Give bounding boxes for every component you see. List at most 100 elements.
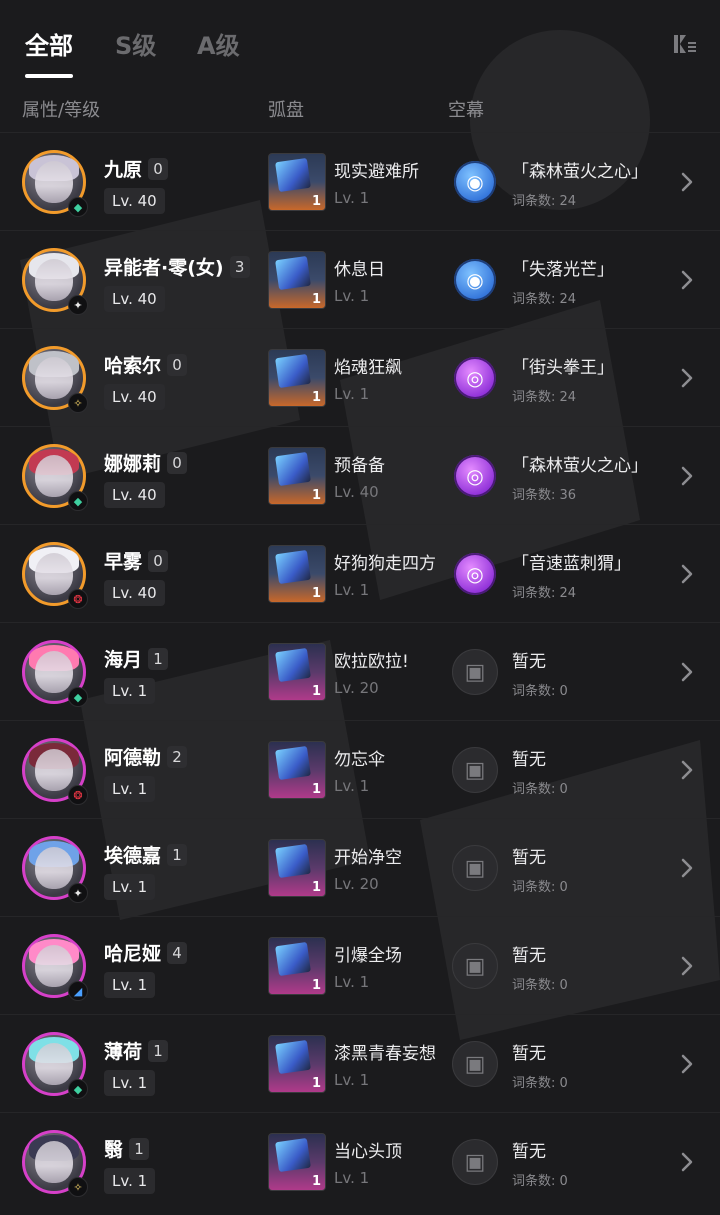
screen-entry-count: 词条数: 0 [512,880,568,895]
agent-name: 早雾 0 [104,547,169,574]
disc-level: Lv. 40 [334,483,379,501]
disc-count: 1 [311,1076,321,1091]
agent-row[interactable]: ◢ 哈尼娅 4 Lv. 1 1 引爆全场 Lv. 1 ▣ 暂无 词条数: 0 [0,916,720,1014]
agent-row[interactable]: ✦ 埃德嘉 1 Lv. 1 1 开始净空 Lv. 20 ▣ 暂无 词条数: 0 [0,818,720,916]
screen-icon[interactable]: ◎ [454,553,496,595]
wind-element-icon: ◆ [68,687,88,707]
disc-count: 1 [311,782,321,797]
agent-row[interactable]: ◆ 海月 1 Lv. 1 1 欧拉欧拉! Lv. 20 ▣ 暂无 词条数: 0 [0,622,720,720]
agent-row[interactable]: ✧ 翳1 Lv. 1 1 当心头顶 Lv. 1 ▣ 暂无 词条数: 0 [0,1112,720,1210]
empty-screen-icon[interactable]: ▣ [452,1139,498,1185]
disc-thumbnail[interactable]: 1 [268,937,326,995]
agent-row[interactable]: ◆ 娜娜莉 0 Lv. 40 1 预备备 Lv. 40 ◎ 「森林萤火之心」 词条… [0,426,720,524]
wind-element-icon: ◆ [68,491,88,511]
agent-name-text: 海月 [104,649,143,671]
agent-rank-badge: 1 [148,648,169,670]
disc-thumbnail[interactable]: 1 [268,349,326,407]
tab-all[interactable]: 全部 [25,26,73,61]
agent-row[interactable]: ❂ 阿德勒 2 Lv. 1 1 勿忘伞 Lv. 1 ▣ 暂无 词条数: 0 [0,720,720,818]
agent-level: Lv. 1 [104,972,156,998]
light-element-icon: ✦ [68,883,88,903]
disc-thumbnail[interactable]: 1 [268,1035,326,1093]
water-element-icon: ◢ [68,981,88,1001]
wind-element-icon: ◆ [68,1079,88,1099]
chevron-right-icon[interactable] [680,661,694,683]
agent-level: Lv. 40 [104,580,165,606]
agent-avatar: ◆ [22,150,88,217]
screen-icon[interactable]: ◉ [454,259,496,301]
chevron-right-icon[interactable] [680,465,694,487]
disc-name: 漆黑青春妄想 [334,1044,436,1064]
fire-element-icon: ❂ [68,785,88,805]
disc-thumbnail[interactable]: 1 [268,839,326,897]
screen-entry-count: 词条数: 24 [512,194,577,209]
screen-entry-count: 词条数: 24 [512,292,577,307]
chevron-right-icon[interactable] [680,269,694,291]
disc-count: 1 [311,194,321,209]
agent-rank-badge: 1 [148,1040,169,1062]
chevron-right-icon[interactable] [680,1053,694,1075]
disc-level: Lv. 1 [334,581,370,599]
agent-row[interactable]: ◆ 九原 0 Lv. 40 1 现实避难所 Lv. 1 ◉ 「森林萤火之心」 词条… [0,132,720,230]
disc-level: Lv. 1 [334,973,370,991]
disc-thumbnail[interactable]: 1 [268,545,326,603]
agent-rank-badge: 0 [167,354,188,376]
agent-row[interactable]: ✦ 异能者·零(女) 3 Lv. 40 1 休息日 Lv. 1 ◉ 「失落光芒」 … [0,230,720,328]
agent-avatar: ✦ [22,836,88,903]
filter-icon[interactable] [672,32,698,56]
empty-screen-icon[interactable]: ▣ [452,1041,498,1087]
disc-thumbnail[interactable]: 1 [268,153,326,211]
agent-row[interactable]: ❂ 早雾 0 Lv. 40 1 好狗狗走四方 Lv. 1 ◎ 「音速蓝刺猬」 词条… [0,524,720,622]
screen-name: 暂无 [512,750,546,770]
agent-avatar: ✧ [22,346,88,413]
agent-row[interactable]: ✧ 哈索尔 0 Lv. 40 1 焰魂狂飙 Lv. 1 ◎ 「街头拳王」 词条数:… [0,328,720,426]
screen-entry-count: 词条数: 24 [512,390,577,405]
disc-thumbnail[interactable]: 1 [268,447,326,505]
chevron-right-icon[interactable] [680,955,694,977]
chevron-right-icon[interactable] [680,367,694,389]
screen-name: 「森林萤火之心」 [512,162,648,182]
empty-screen-icon[interactable]: ▣ [452,747,498,793]
agent-name: 薄荷 1 [104,1037,169,1064]
screen-entry-count: 词条数: 36 [512,488,577,503]
agent-name: 哈索尔 0 [104,351,188,378]
chevron-right-icon[interactable] [680,563,694,585]
agent-name-text: 早雾 [104,551,143,573]
fire-element-icon: ❂ [68,589,88,609]
empty-screen-icon[interactable]: ▣ [452,943,498,989]
disc-count: 1 [311,684,321,699]
agent-name-text: 埃德嘉 [104,845,162,867]
disc-thumbnail[interactable]: 1 [268,643,326,701]
agent-row[interactable]: ◆ 薄荷 1 Lv. 1 1 漆黑青春妄想 Lv. 1 ▣ 暂无 词条数: 0 [0,1014,720,1112]
agent-name-text: 哈索尔 [104,355,162,377]
disc-name: 开始净空 [334,848,402,868]
wind-element-icon: ◆ [68,197,88,217]
disc-name: 好狗狗走四方 [334,554,436,574]
tab-s-rank[interactable]: S级 [115,26,156,61]
disc-thumbnail[interactable]: 1 [268,741,326,799]
screen-icon[interactable]: ◎ [454,357,496,399]
column-header-attribute-level: 属性/等级 [22,100,101,121]
disc-count: 1 [311,488,321,503]
chevron-right-icon[interactable] [680,857,694,879]
screen-icon[interactable]: ◎ [454,455,496,497]
disc-name: 焰魂狂飙 [334,358,402,378]
agent-level: Lv. 40 [104,384,165,410]
agent-rank-badge: 0 [148,158,169,180]
chevron-right-icon[interactable] [680,1151,694,1173]
agent-name-text: 阿德勒 [104,747,162,769]
screen-icon[interactable]: ◉ [454,161,496,203]
disc-count: 1 [311,390,321,405]
screen-entry-count: 词条数: 0 [512,684,568,699]
chevron-right-icon[interactable] [680,171,694,193]
disc-thumbnail[interactable]: 1 [268,1133,326,1191]
chevron-right-icon[interactable] [680,759,694,781]
disc-thumbnail[interactable]: 1 [268,251,326,309]
empty-screen-icon[interactable]: ▣ [452,845,498,891]
empty-screen-icon[interactable]: ▣ [452,649,498,695]
agent-level: Lv. 1 [104,1070,156,1096]
tab-a-rank[interactable]: A级 [197,26,240,61]
agent-rank-badge: 4 [167,942,188,964]
disc-level: Lv. 1 [334,189,370,207]
tab-bar: 全部 S级 A级 [0,0,720,88]
